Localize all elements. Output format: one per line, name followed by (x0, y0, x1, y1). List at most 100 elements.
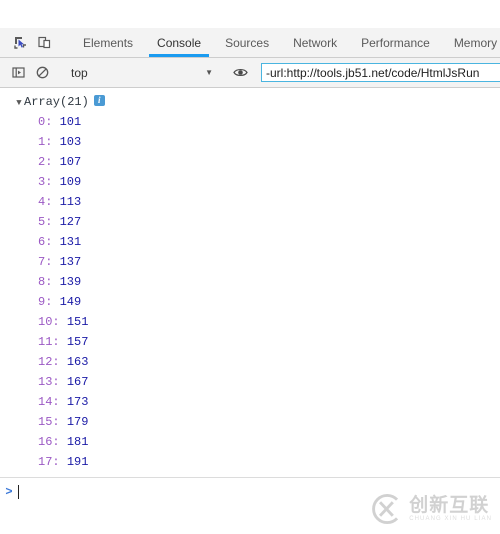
array-value: 127 (59, 215, 82, 229)
tab-sources-label: Sources (225, 35, 270, 50)
list-item: 15: 179 (0, 412, 500, 432)
tab-elements-label: Elements (83, 35, 134, 50)
list-item: 11: 157 (0, 332, 500, 352)
prompt-text-cursor[interactable] (18, 485, 19, 499)
array-colon: : (52, 395, 67, 409)
tab-console[interactable]: Console (145, 28, 213, 57)
array-value: 157 (66, 335, 89, 349)
array-index: 12 (38, 355, 53, 369)
array-value: 167 (66, 375, 89, 389)
list-item: 3: 109 (0, 172, 500, 192)
live-expression-eye-icon[interactable] (228, 62, 252, 84)
inspect-element-icon[interactable] (8, 32, 32, 54)
array-value: 191 (66, 455, 89, 469)
array-value: 179 (66, 415, 89, 429)
array-colon: : (45, 255, 60, 269)
array-colon: : (52, 435, 67, 449)
console-prompt-area[interactable]: > (0, 477, 500, 533)
devtools-tabbar: Elements Console Sources Network Perform… (0, 28, 500, 58)
execution-context-select[interactable]: top ▼ (63, 63, 219, 83)
clear-console-icon[interactable] (30, 62, 54, 84)
list-item: 9: 149 (0, 292, 500, 312)
device-toolbar-icon[interactable] (32, 32, 56, 54)
array-index: 10 (38, 315, 53, 329)
list-item: 4: 113 (0, 192, 500, 212)
array-index: 18 (38, 475, 52, 477)
tab-network[interactable]: Network (281, 28, 349, 57)
array-index: 16 (38, 435, 53, 449)
array-colon: : (45, 295, 60, 309)
array-colon: : (45, 235, 60, 249)
array-value: 109 (59, 175, 82, 189)
array-colon: : (52, 475, 66, 477)
tab-console-label: Console (157, 35, 202, 50)
tab-elements[interactable]: Elements (71, 28, 145, 57)
chevron-down-icon: ▼ (205, 67, 213, 77)
array-colon: : (45, 195, 60, 209)
list-item: 5: 127 (0, 212, 500, 232)
array-index: 11 (38, 335, 53, 349)
panel-tabs: Elements Console Sources Network Perform… (71, 28, 500, 57)
array-colon: : (45, 115, 60, 129)
array-value: 181 (66, 435, 89, 449)
console-toolbar: top ▼ (0, 58, 500, 88)
array-colon: : (52, 415, 67, 429)
console-sidebar-icon[interactable] (6, 62, 30, 84)
array-colon: : (52, 335, 67, 349)
list-item: 2: 107 (0, 152, 500, 172)
array-colon: : (52, 375, 67, 389)
array-index: 15 (38, 415, 53, 429)
tab-performance[interactable]: Performance (349, 28, 442, 57)
array-value: 149 (59, 295, 82, 309)
list-item: 10: 151 (0, 312, 500, 332)
array-index: 14 (38, 395, 53, 409)
console-log-area[interactable]: ▼ Array(21) i 0: 101 1: 103 2: 107 3: 109 … (0, 88, 500, 477)
array-value: 113 (59, 195, 82, 209)
console-filter-input[interactable] (261, 63, 500, 82)
array-value: 163 (66, 355, 89, 369)
array-index: 13 (38, 375, 53, 389)
tab-memory-label: Memory (453, 35, 498, 50)
array-label: Array(21) (24, 95, 89, 109)
tab-performance-label: Performance (361, 35, 430, 50)
list-item: 14: 173 (0, 392, 500, 412)
array-index: 17 (38, 455, 53, 469)
array-colon: : (45, 175, 60, 189)
disclosure-triangle-open-icon[interactable]: ▼ (14, 93, 24, 113)
list-item: 1: 103 (0, 132, 500, 152)
tab-memory[interactable]: Memory (442, 28, 500, 57)
list-item: 17: 191 (0, 452, 500, 472)
array-colon: : (45, 275, 60, 289)
array-value: 103 (59, 135, 82, 149)
devtools-tool-icons (0, 28, 71, 57)
list-item: 13: 167 (0, 372, 500, 392)
array-colon: : (45, 135, 60, 149)
array-value: 137 (59, 255, 82, 269)
list-item: 0: 101 (0, 112, 500, 132)
list-item: 12: 163 (0, 352, 500, 372)
prompt-caret-icon: > (5, 485, 13, 499)
array-entries-list: 0: 101 1: 103 2: 107 3: 109 4: 113 5: 12… (0, 112, 500, 477)
array-value: 101 (59, 115, 82, 129)
tab-sources[interactable]: Sources (213, 28, 281, 57)
list-item: 7: 137 (0, 252, 500, 272)
list-item: 18: 193 (0, 472, 500, 477)
list-item: 6: 131 (0, 232, 500, 252)
info-icon[interactable]: i (93, 95, 105, 107)
array-colon: : (52, 315, 67, 329)
array-group-header[interactable]: ▼ Array(21) i (0, 92, 500, 112)
array-value: 173 (66, 395, 89, 409)
array-value: 139 (59, 275, 82, 289)
array-colon: : (45, 215, 60, 229)
tab-network-label: Network (293, 35, 338, 50)
window-top-strip (0, 0, 500, 28)
array-colon: : (52, 355, 67, 369)
array-value: 193 (67, 475, 89, 477)
array-value: 107 (59, 155, 82, 169)
list-item: 16: 181 (0, 432, 500, 452)
execution-context-value: top (71, 65, 88, 80)
array-value: 151 (66, 315, 89, 329)
list-item: 8: 139 (0, 272, 500, 292)
array-value: 131 (59, 235, 82, 249)
array-colon: : (45, 155, 60, 169)
